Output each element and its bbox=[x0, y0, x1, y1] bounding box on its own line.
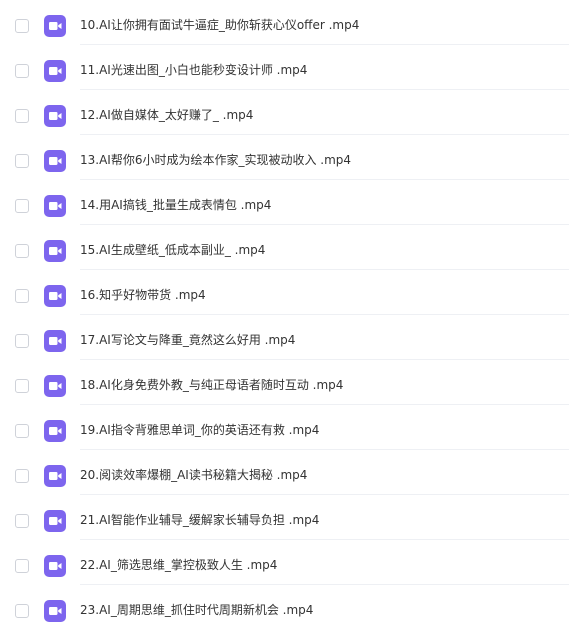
file-name[interactable]: 21.AI智能作业辅导_缓解家长辅导负担 .mp4 bbox=[80, 512, 319, 528]
file-row[interactable]: 20.阅读效率爆棚_AI读书秘籍大揭秘 .mp4 bbox=[0, 450, 569, 495]
file-checkbox[interactable] bbox=[15, 244, 29, 258]
file-row[interactable]: 18.AI化身免费外教_与纯正母语者随时互动 .mp4 bbox=[0, 360, 569, 405]
file-name[interactable]: 19.AI指令背雅思单词_你的英语还有救 .mp4 bbox=[80, 422, 319, 438]
video-file-icon bbox=[44, 600, 66, 622]
file-row[interactable]: 23.AI_周期思维_抓住时代周期新机会 .mp4 bbox=[0, 585, 569, 630]
video-file-icon bbox=[44, 555, 66, 577]
file-name[interactable]: 16.知乎好物带货 .mp4 bbox=[80, 287, 206, 303]
video-file-icon bbox=[44, 195, 66, 217]
file-checkbox[interactable] bbox=[15, 559, 29, 573]
video-file-icon bbox=[44, 240, 66, 262]
file-row[interactable]: 15.AI生成壁纸_低成本副业_ .mp4 bbox=[0, 225, 569, 270]
video-file-icon bbox=[44, 150, 66, 172]
video-file-icon bbox=[44, 330, 66, 352]
file-name[interactable]: 14.用AI搞钱_批量生成表情包 .mp4 bbox=[80, 197, 271, 213]
video-file-icon bbox=[44, 60, 66, 82]
file-row[interactable]: 11.AI光速出图_小白也能秒变设计师 .mp4 bbox=[0, 45, 569, 90]
video-file-icon bbox=[44, 15, 66, 37]
file-name[interactable]: 15.AI生成壁纸_低成本副业_ .mp4 bbox=[80, 242, 265, 258]
file-row[interactable]: 14.用AI搞钱_批量生成表情包 .mp4 bbox=[0, 180, 569, 225]
file-row[interactable]: 12.AI做自媒体_太好赚了_ .mp4 bbox=[0, 90, 569, 135]
file-row[interactable]: 19.AI指令背雅思单词_你的英语还有救 .mp4 bbox=[0, 405, 569, 450]
file-checkbox[interactable] bbox=[15, 334, 29, 348]
file-checkbox[interactable] bbox=[15, 379, 29, 393]
file-checkbox[interactable] bbox=[15, 604, 29, 618]
file-checkbox[interactable] bbox=[15, 109, 29, 123]
file-checkbox[interactable] bbox=[15, 19, 29, 33]
video-file-icon bbox=[44, 285, 66, 307]
video-file-icon bbox=[44, 105, 66, 127]
file-checkbox[interactable] bbox=[15, 289, 29, 303]
file-row[interactable]: 13.AI帮你6小时成为绘本作家_实现被动收入 .mp4 bbox=[0, 135, 569, 180]
file-list: 10.AI让你拥有面试牛逼症_助你斩获心仪offer .mp4 11.AI光速出… bbox=[0, 0, 569, 630]
file-row[interactable]: 21.AI智能作业辅导_缓解家长辅导负担 .mp4 bbox=[0, 495, 569, 540]
file-name[interactable]: 17.AI写论文与降重_竟然这么好用 .mp4 bbox=[80, 332, 295, 348]
file-name[interactable]: 18.AI化身免费外教_与纯正母语者随时互动 .mp4 bbox=[80, 377, 343, 393]
file-name[interactable]: 13.AI帮你6小时成为绘本作家_实现被动收入 .mp4 bbox=[80, 152, 351, 168]
file-checkbox[interactable] bbox=[15, 514, 29, 528]
file-name[interactable]: 20.阅读效率爆棚_AI读书秘籍大揭秘 .mp4 bbox=[80, 467, 307, 483]
file-row[interactable]: 22.AI_筛选思维_掌控极致人生 .mp4 bbox=[0, 540, 569, 585]
file-checkbox[interactable] bbox=[15, 199, 29, 213]
video-file-icon bbox=[44, 510, 66, 532]
file-name[interactable]: 11.AI光速出图_小白也能秒变设计师 .mp4 bbox=[80, 62, 307, 78]
file-name[interactable]: 23.AI_周期思维_抓住时代周期新机会 .mp4 bbox=[80, 602, 313, 618]
file-name[interactable]: 12.AI做自媒体_太好赚了_ .mp4 bbox=[80, 107, 253, 123]
file-checkbox[interactable] bbox=[15, 64, 29, 78]
file-name[interactable]: 22.AI_筛选思维_掌控极致人生 .mp4 bbox=[80, 557, 277, 573]
file-checkbox[interactable] bbox=[15, 469, 29, 483]
file-checkbox[interactable] bbox=[15, 424, 29, 438]
video-file-icon bbox=[44, 375, 66, 397]
file-row[interactable]: 10.AI让你拥有面试牛逼症_助你斩获心仪offer .mp4 bbox=[0, 0, 569, 45]
file-row[interactable]: 16.知乎好物带货 .mp4 bbox=[0, 270, 569, 315]
video-file-icon bbox=[44, 420, 66, 442]
file-row[interactable]: 17.AI写论文与降重_竟然这么好用 .mp4 bbox=[0, 315, 569, 360]
video-file-icon bbox=[44, 465, 66, 487]
file-name[interactable]: 10.AI让你拥有面试牛逼症_助你斩获心仪offer .mp4 bbox=[80, 17, 359, 33]
file-checkbox[interactable] bbox=[15, 154, 29, 168]
